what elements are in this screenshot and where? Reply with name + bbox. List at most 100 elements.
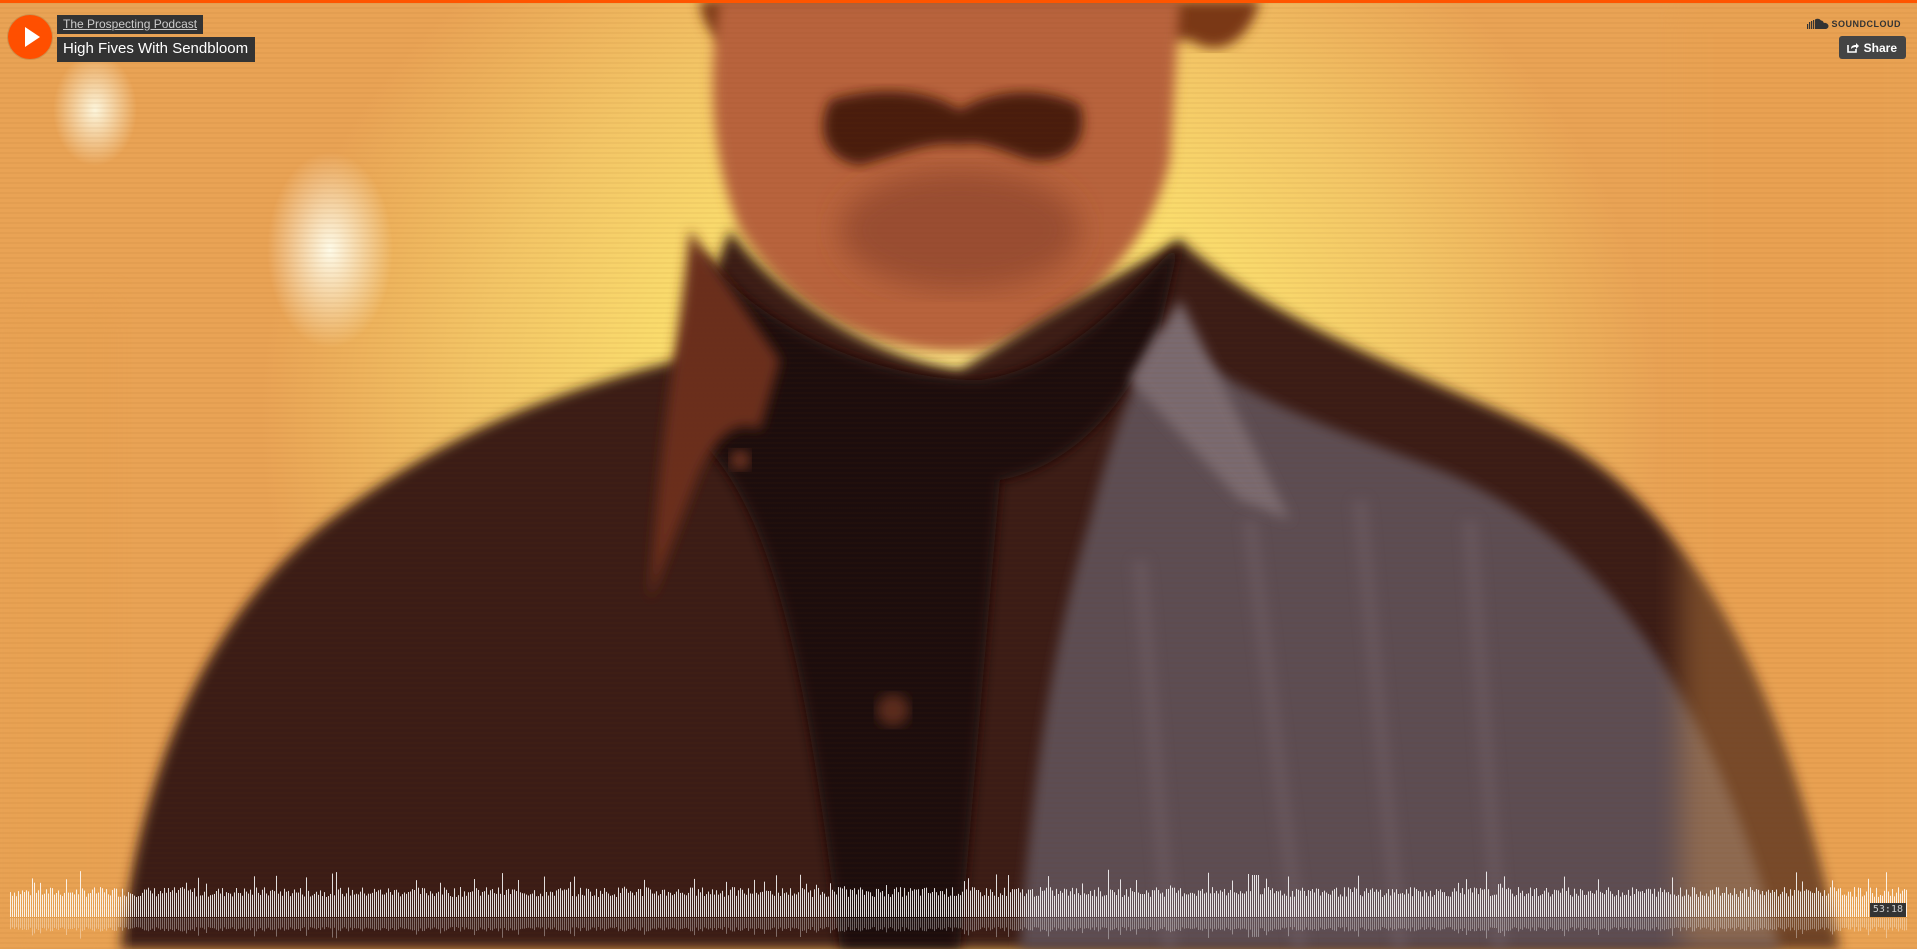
waveform-reflection	[1662, 918, 1663, 930]
waveform-bar	[38, 890, 39, 917]
waveform-bar	[1736, 894, 1737, 917]
waveform-bar	[1480, 888, 1481, 917]
waveform-bar	[612, 895, 613, 917]
waveform-bar	[1392, 889, 1393, 917]
waveform-reflection	[1712, 918, 1713, 931]
waveform-reflection	[908, 918, 909, 930]
waveform-bar	[1354, 887, 1355, 917]
waveform-reflection	[52, 918, 53, 931]
waveform-bar	[1748, 896, 1749, 917]
waveform-bar	[812, 896, 813, 917]
waveform-bar	[426, 893, 427, 917]
waveform-bar	[962, 891, 963, 917]
waveform-reflection	[890, 918, 891, 928]
waveform-reflection	[1296, 918, 1297, 931]
waveform-bar	[306, 877, 307, 917]
waveform-bar	[544, 876, 545, 917]
waveform-bar	[1168, 888, 1169, 917]
waveform-bar	[1662, 892, 1663, 917]
waveform-reflection	[1128, 918, 1129, 928]
waveform-reflection	[1652, 918, 1653, 929]
waveform-reflection	[180, 918, 181, 932]
waveform-bar	[1484, 889, 1485, 917]
waveform-reflection	[1842, 918, 1843, 928]
waveform-reflection	[1172, 918, 1173, 932]
waveform-bar	[546, 891, 547, 917]
track-title[interactable]: High Fives With Sendbloom	[57, 37, 256, 62]
waveform-reflection	[934, 918, 935, 932]
waveform-reflection	[1432, 918, 1433, 928]
waveform-bar	[614, 894, 615, 917]
waveform-reflection	[722, 918, 723, 930]
waveform-reflection	[232, 918, 233, 928]
waveform-bar	[1852, 896, 1853, 917]
waveform-reflection	[354, 918, 355, 929]
soundcloud-logo[interactable]: SOUNDCLOUD	[1806, 16, 1902, 32]
waveform-bar	[1252, 875, 1253, 917]
waveform-reflection	[1166, 918, 1167, 931]
waveform-bar	[1426, 892, 1427, 917]
waveform-bar	[184, 888, 185, 917]
waveform-bar	[1822, 896, 1823, 917]
waveform-reflection	[1000, 918, 1001, 929]
waveform-reflection	[1588, 918, 1589, 930]
waveform-reflection	[1720, 918, 1721, 928]
waveform-reflection	[1024, 918, 1025, 928]
waveform-reflection	[1276, 918, 1277, 930]
waveform-bar	[586, 888, 587, 917]
waveform-bar	[744, 893, 745, 917]
waveform-reflection	[1618, 918, 1619, 931]
waveform-reflection	[1320, 918, 1321, 928]
waveform-bar	[754, 879, 755, 917]
waveform-bar	[860, 887, 861, 917]
waveform-reflection	[1110, 918, 1111, 931]
waveform-reflection	[1396, 918, 1397, 931]
waveform-reflection	[1156, 918, 1157, 932]
waveform-reflection	[692, 918, 693, 932]
waveform-bar	[1462, 888, 1463, 917]
waveform-reflection	[1740, 918, 1741, 930]
waveform-reflection	[194, 918, 195, 931]
waveform-bar	[1324, 890, 1325, 917]
waveform-reflection	[1834, 918, 1835, 932]
waveform-bar	[1222, 891, 1223, 917]
waveform-reflection	[620, 918, 621, 929]
waveform-bar	[266, 893, 267, 917]
waveform-reflection	[802, 918, 803, 931]
waveform-reflection	[796, 918, 797, 929]
waveform-reflection	[1578, 918, 1579, 928]
waveform-bar	[1508, 887, 1509, 917]
uploader-link[interactable]: The Prospecting Podcast	[57, 15, 204, 34]
play-button[interactable]	[8, 15, 52, 59]
waveform-reflection	[590, 918, 591, 930]
waveform-bar	[1620, 896, 1621, 917]
waveform-reflection	[1620, 918, 1621, 928]
waveform-bar	[300, 888, 301, 917]
waveform-reflection	[292, 918, 293, 929]
waveform-reflection	[910, 918, 911, 931]
waveform-bar	[920, 895, 921, 917]
waveform-reflection	[574, 918, 575, 937]
waveform-bar	[980, 892, 981, 917]
waveform-bar	[1756, 889, 1757, 917]
waveform-seekbar[interactable]	[0, 862, 1917, 949]
waveform-reflection	[1464, 918, 1465, 929]
waveform-bar	[88, 893, 89, 917]
waveform-reflection	[800, 918, 801, 938]
waveform-bar	[386, 892, 387, 917]
waveform-reflection	[688, 918, 689, 929]
waveform-bar	[968, 878, 969, 917]
waveform-reflection	[728, 918, 729, 928]
waveform-reflection	[474, 918, 475, 936]
waveform-bar	[758, 894, 759, 917]
waveform-reflection	[1688, 918, 1689, 929]
waveform-reflection	[1820, 918, 1821, 929]
waveform-bar	[1308, 890, 1309, 917]
waveform-reflection	[94, 918, 95, 932]
waveform-bar	[1264, 888, 1265, 917]
waveform-reflection	[1056, 918, 1057, 931]
waveform-reflection	[814, 918, 815, 931]
share-button[interactable]: Share	[1838, 36, 1906, 59]
waveform-bar	[792, 895, 793, 917]
waveform-bar	[954, 895, 955, 917]
